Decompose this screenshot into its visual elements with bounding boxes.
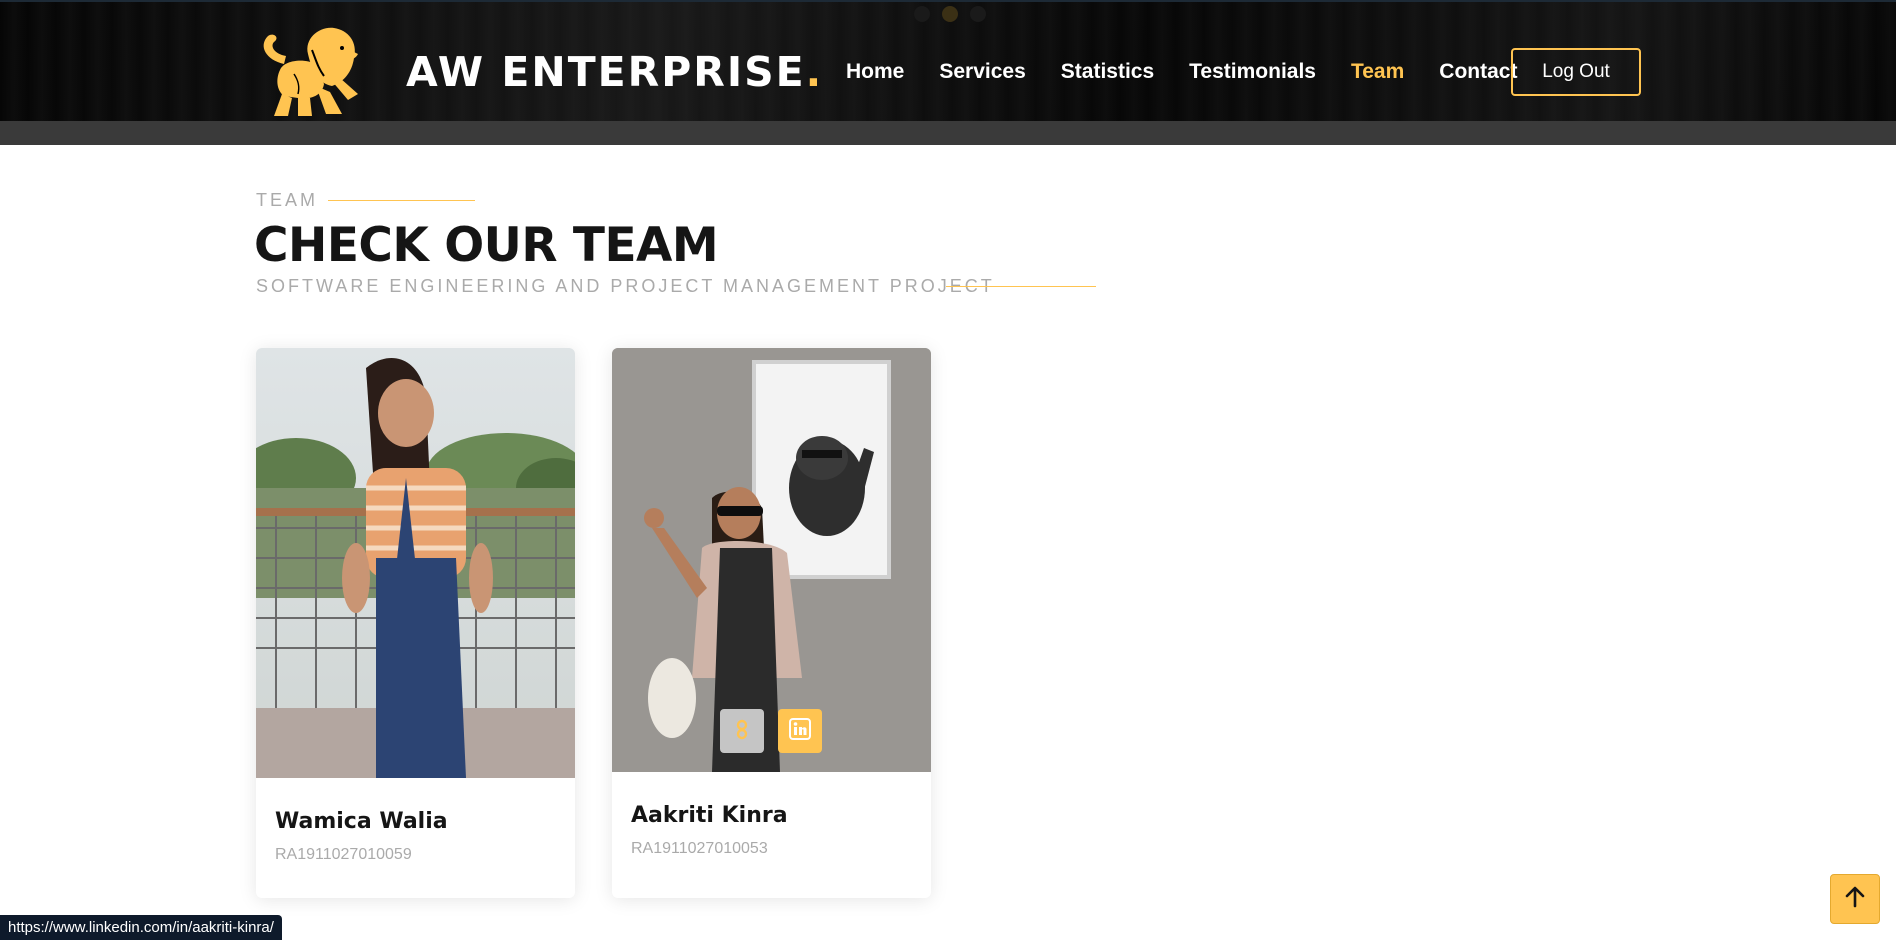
section-subtitle: SOFTWARE ENGINEERING AND PROJECT MANAGEM…: [256, 276, 995, 296]
brand-text: AW ENTERPRISE: [406, 48, 806, 96]
carousel-dot[interactable]: [914, 6, 930, 22]
carousel-indicators: [914, 6, 986, 22]
logout-button[interactable]: Log Out: [1511, 48, 1641, 96]
github-link[interactable]: [720, 709, 764, 753]
brand-dot: .: [805, 48, 824, 96]
nav-contact[interactable]: Contact: [1439, 60, 1517, 84]
nav-team[interactable]: Team: [1351, 60, 1404, 84]
lion-icon[interactable]: [254, 24, 364, 120]
linkedin-icon: [789, 718, 811, 744]
carousel-dot-active[interactable]: [942, 6, 958, 22]
site-header: AW ENTERPRISE. Home Services Statistics …: [0, 0, 1896, 121]
member-name: Aakriti Kinra: [631, 803, 788, 828]
member-id: RA1911027010059: [275, 846, 412, 863]
carousel-dot[interactable]: [970, 6, 986, 22]
header-bottom-strip: [0, 121, 1896, 145]
nav-testimonials[interactable]: Testimonials: [1189, 60, 1316, 84]
main-nav: Home Services Statistics Testimonials Te…: [846, 60, 1552, 84]
team-member-card: Aakriti Kinra RA1911027010053: [612, 348, 931, 898]
header-top-line: [0, 0, 1896, 2]
section-title: CHECK OUR TEAM: [254, 218, 719, 273]
github-icon: [731, 718, 753, 744]
section-subtitle-divider: [946, 286, 1096, 287]
member-photo: [256, 348, 575, 778]
section-label-divider: [328, 200, 475, 201]
linkedin-link[interactable]: [778, 709, 822, 753]
nav-statistics[interactable]: Statistics: [1061, 60, 1154, 84]
brand-name[interactable]: AW ENTERPRISE.: [406, 48, 823, 96]
member-name: Wamica Walia: [275, 809, 448, 834]
team-member-card: Wamica Walia RA1911027010059: [256, 348, 575, 898]
back-to-top-button[interactable]: [1830, 874, 1880, 924]
browser-status-url: https://www.linkedin.com/in/aakriti-kinr…: [0, 915, 282, 940]
nav-home[interactable]: Home: [846, 60, 904, 84]
section-label: TEAM: [256, 190, 319, 210]
member-photo: [612, 348, 931, 772]
nav-services[interactable]: Services: [939, 60, 1025, 84]
member-id: RA1911027010053: [631, 840, 768, 857]
arrow-up-icon: [1843, 885, 1867, 913]
